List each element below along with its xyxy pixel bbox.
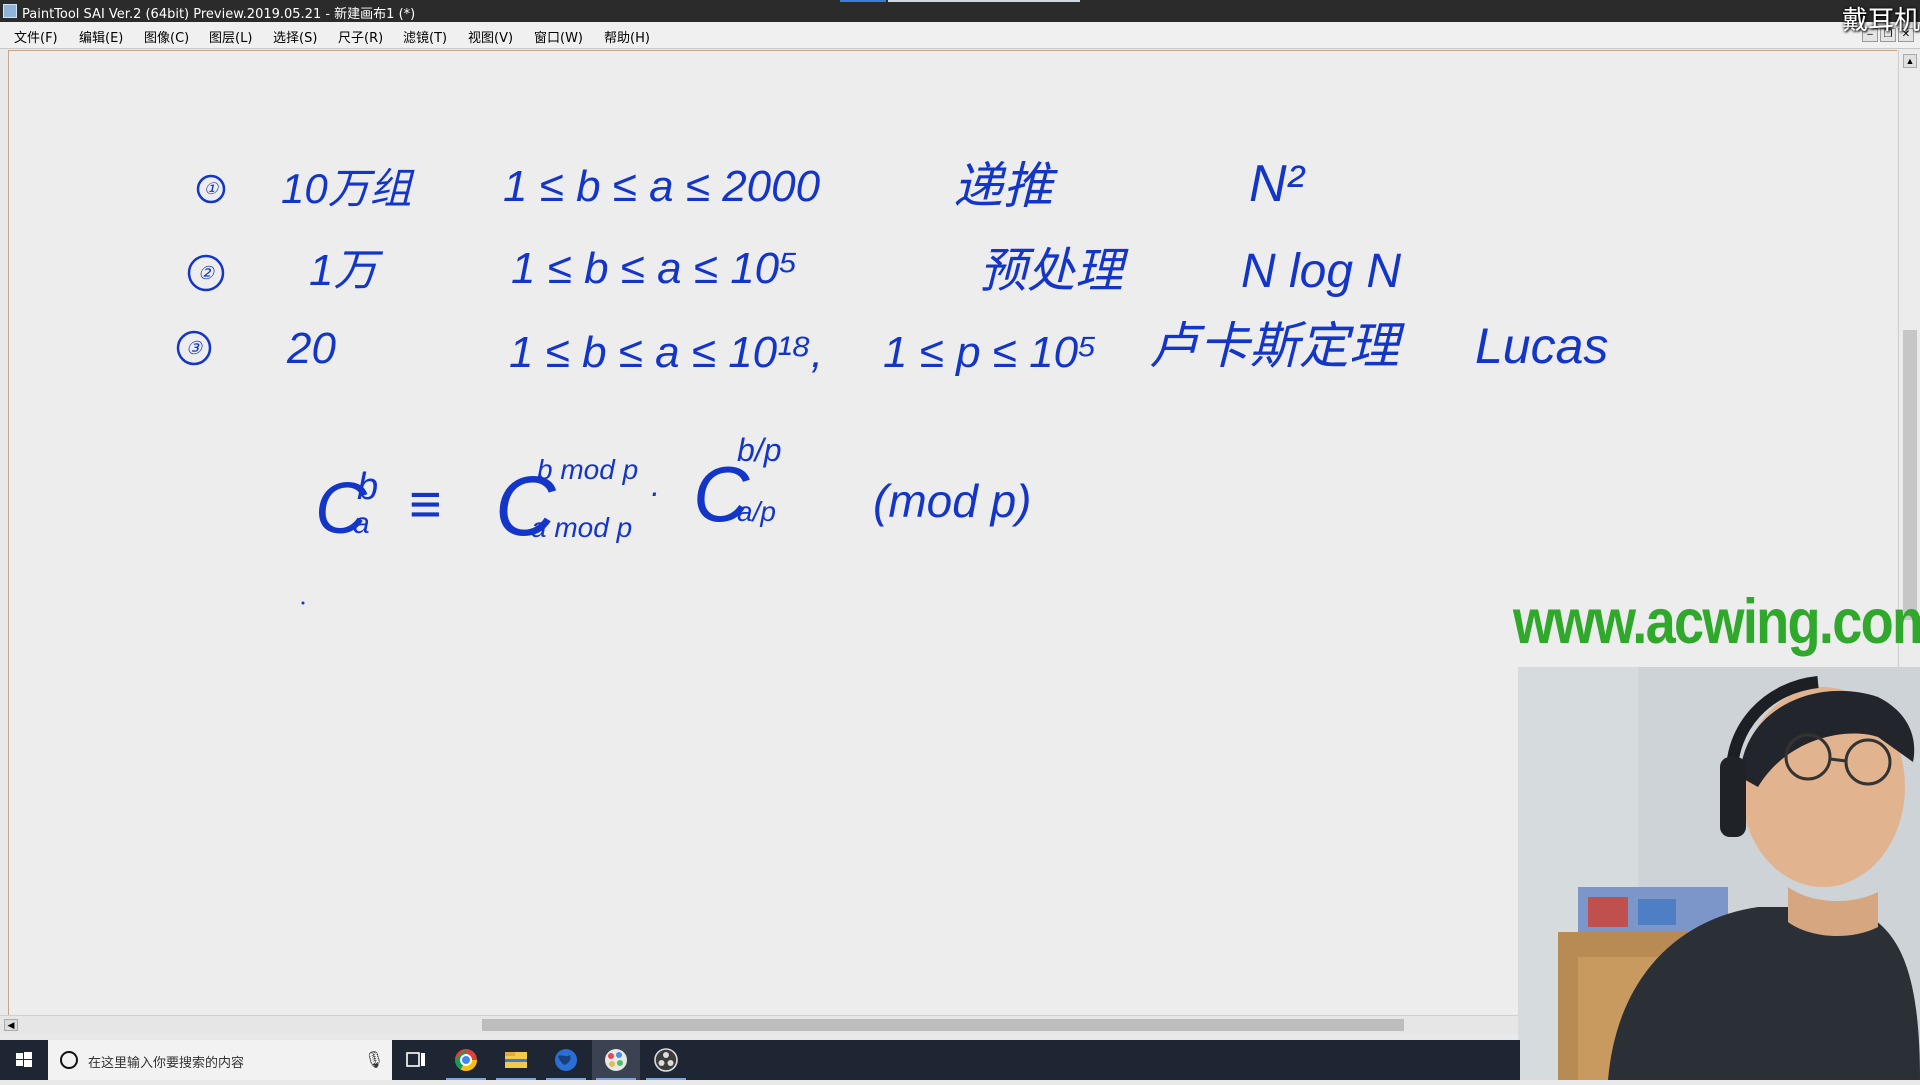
formula-t2-sub: a/p: [737, 496, 776, 527]
row2-complexity: N log N: [1241, 245, 1401, 298]
row3-index: ③: [186, 338, 203, 358]
horizontal-scrollbar[interactable]: ◀: [0, 1015, 1520, 1034]
windows-start-icon[interactable]: [0, 1040, 48, 1080]
overlay-text: 戴耳机: [1841, 6, 1920, 36]
chrome-icon[interactable]: [442, 1040, 490, 1080]
title-accent: [840, 0, 886, 2]
row3-range-p: 1 ≤ p ≤ 10⁵: [883, 328, 1097, 377]
scroll-left-icon[interactable]: ◀: [4, 1019, 18, 1031]
formula-t1-sub: a mod p: [531, 512, 632, 543]
horizontal-scroll-thumb[interactable]: [482, 1019, 1404, 1031]
scroll-up-icon[interactable]: ▲: [1903, 54, 1917, 68]
menu-view[interactable]: 视图(V): [468, 27, 513, 46]
search-placeholder[interactable]: 在这里输入你要搜索的内容: [88, 1052, 244, 1071]
row1-method: 递推: [953, 158, 1058, 214]
formula-t1-sup: b mod p: [537, 454, 638, 485]
microphone-icon[interactable]: 🎙: [364, 1050, 384, 1070]
title-accent: [888, 0, 1080, 2]
row1-index: ①: [204, 181, 220, 198]
taskbar: 在这里输入你要搜索的内容 🎙: [0, 1040, 1520, 1080]
formula-dot: ·: [649, 474, 660, 510]
brand-watermark: www.acwing.com: [1513, 587, 1920, 657]
menu-edit[interactable]: 编辑(E): [79, 27, 123, 46]
taskbar-search[interactable]: 在这里输入你要搜索的内容 🎙: [48, 1040, 392, 1080]
row3-count: 20: [286, 324, 336, 373]
row2-count: 1万: [309, 246, 383, 295]
obs-icon[interactable]: [642, 1040, 690, 1080]
task-view-icon[interactable]: [392, 1040, 440, 1080]
row2-range: 1 ≤ b ≤ a ≤ 10⁵: [511, 244, 798, 293]
stray-dot: [301, 601, 305, 605]
row1-complexity: N²: [1249, 155, 1306, 213]
globe-app-icon[interactable]: [542, 1040, 590, 1080]
webcam-feed-image: [1518, 667, 1920, 1080]
menu-layer[interactable]: 图层(L): [209, 27, 252, 46]
menu-file[interactable]: 文件(F): [14, 27, 58, 46]
file-explorer-icon[interactable]: [492, 1040, 540, 1080]
row3-range: 1 ≤ b ≤ a ≤ 10¹⁸,: [509, 328, 823, 377]
row2-index: ②: [198, 263, 215, 283]
formula-t2-sup: b/p: [737, 432, 781, 468]
menu-ruler[interactable]: 尺子(R): [338, 27, 383, 46]
menu-image[interactable]: 图像(C): [144, 27, 189, 46]
window-title: PaintTool SAI Ver.2 (64bit) Preview.2019…: [22, 7, 416, 22]
painttool-sai-icon[interactable]: [592, 1040, 640, 1080]
row3-method: 卢卡斯定理: [1149, 318, 1405, 374]
menu-help[interactable]: 帮助(H): [604, 27, 650, 46]
vertical-scroll-thumb[interactable]: [1903, 330, 1917, 620]
formula-lhs-sup: b: [357, 466, 378, 508]
menu-bar: 文件(F) 编辑(E) 图像(C) 图层(L) 选择(S) 尺子(R) 滤镜(T…: [0, 22, 1920, 49]
menu-select[interactable]: 选择(S): [273, 27, 317, 46]
formula-equiv: ≡: [409, 472, 442, 535]
row2-method: 预处理: [979, 245, 1129, 298]
formula-lhs-sub: a: [353, 507, 370, 540]
menu-window[interactable]: 窗口(W): [534, 27, 583, 46]
row1-count: 10万组: [281, 165, 415, 212]
menu-filter[interactable]: 滤镜(T): [403, 27, 447, 46]
cortana-icon[interactable]: [60, 1051, 78, 1069]
title-bar: PaintTool SAI Ver.2 (64bit) Preview.2019…: [0, 0, 1920, 22]
app-icon: [3, 4, 17, 18]
webcam-overlay: [1518, 667, 1920, 1080]
formula-mod: (mod p): [873, 475, 1031, 527]
row3-complexity: Lucas: [1475, 318, 1608, 374]
row1-range: 1 ≤ b ≤ a ≤ 2000: [503, 162, 821, 211]
